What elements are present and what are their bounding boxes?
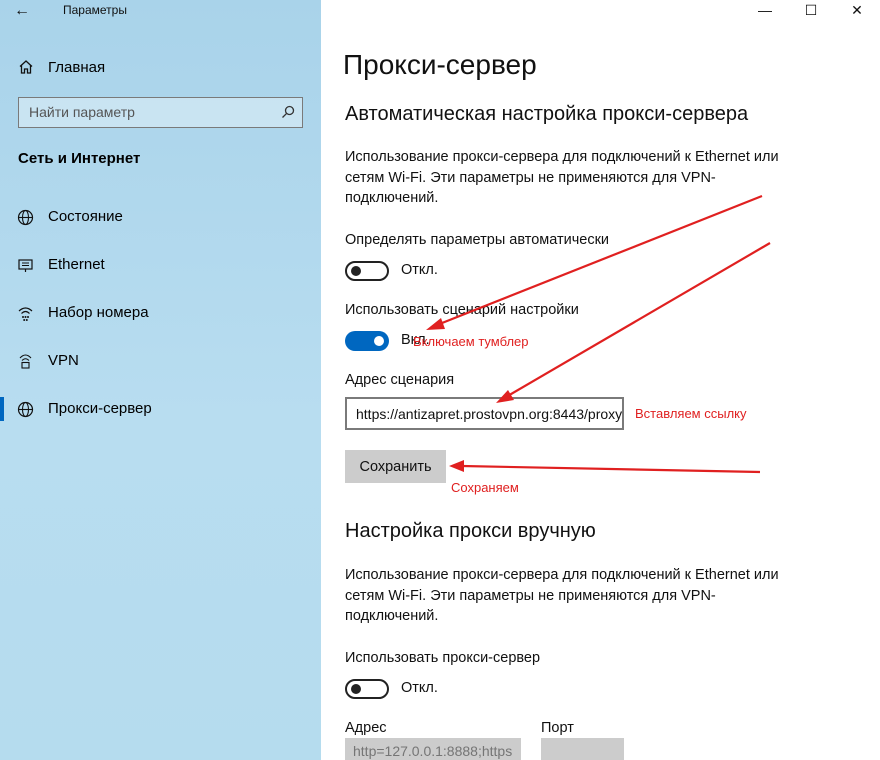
script-address-label: Адрес сценария	[345, 372, 455, 388]
search-input[interactable]	[19, 98, 279, 126]
sidebar-item-label: Главная	[48, 58, 106, 76]
sidebar-item-label: Ethernet	[48, 256, 105, 273]
sidebar-item-vpn[interactable]: VPN	[0, 345, 321, 377]
maximize-button[interactable]: ☐	[788, 0, 834, 32]
use-proxy-state: Откл.	[401, 680, 438, 696]
sidebar-item-status[interactable]: Состояние	[0, 201, 321, 233]
save-button[interactable]: Сохранить	[345, 450, 446, 483]
back-arrow-icon[interactable]: ←	[14, 1, 36, 21]
ethernet-icon	[18, 259, 33, 272]
detect-state: Откл.	[401, 262, 438, 278]
toggle-knob	[374, 336, 384, 346]
search-icon[interactable]	[281, 105, 295, 119]
sidebar-item-label: Набор номера	[48, 304, 149, 321]
auto-section-heading: Автоматическая настройка прокси-сервера	[345, 103, 749, 125]
script-address-field[interactable]	[345, 397, 624, 430]
dialup-icon	[18, 307, 33, 321]
sidebar: ← Параметры Главная Сеть и Интернет Сост…	[0, 0, 321, 760]
proxy-address-input[interactable]	[345, 738, 521, 760]
proxy-address-field[interactable]	[345, 738, 521, 760]
sidebar-item-ethernet[interactable]: Ethernet	[0, 249, 321, 281]
detect-toggle[interactable]	[345, 261, 389, 281]
annotation-toggle-note: Включаем тумблер	[413, 334, 529, 349]
script-toggle[interactable]	[345, 331, 389, 351]
sidebar-item-label: Состояние	[48, 208, 123, 225]
proxy-address-label: Адрес	[345, 720, 387, 736]
use-proxy-label: Использовать прокси-сервер	[345, 650, 541, 666]
detect-label: Определять параметры автоматически	[345, 232, 610, 248]
toggle-knob	[351, 266, 361, 276]
minimize-button[interactable]: —	[742, 0, 788, 32]
proxy-port-label: Порт	[541, 720, 574, 736]
use-proxy-toggle[interactable]	[345, 679, 389, 699]
sidebar-item-home[interactable]: Главная	[18, 56, 105, 78]
manual-section-heading: Настройка прокси вручную	[345, 520, 596, 542]
search-box[interactable]	[18, 97, 303, 128]
sidebar-item-label: VPN	[48, 352, 79, 369]
page-title: Прокси-сервер	[343, 49, 537, 80]
annotation-save-note: Сохраняем	[451, 480, 519, 495]
script-address-input[interactable]	[347, 399, 622, 428]
globe-status-icon	[17, 209, 34, 226]
globe-icon	[17, 401, 34, 418]
vpn-icon	[19, 354, 32, 369]
manual-description: Использование прокси-сервера для подключ…	[345, 567, 779, 624]
script-label: Использовать сценарий настройки	[345, 302, 579, 318]
toggle-knob	[351, 684, 361, 694]
sidebar-item-proxy[interactable]: Прокси-сервер	[0, 393, 321, 425]
close-button[interactable]: ✕	[834, 0, 880, 32]
sidebar-item-label: Прокси-сервер	[48, 400, 152, 417]
proxy-port-field[interactable]	[541, 738, 624, 760]
main-content: — ☐ ✕ Прокси-сервер Автоматическая настр…	[321, 0, 880, 760]
section-title: Сеть и Интернет	[18, 150, 141, 167]
home-icon	[19, 60, 33, 74]
sidebar-item-dialup[interactable]: Набор номера	[0, 297, 321, 329]
auto-description: Использование прокси-сервера для подключ…	[345, 149, 779, 206]
annotation-paste-note: Вставляем ссылку	[635, 406, 747, 421]
window-title: Параметры	[63, 3, 127, 17]
